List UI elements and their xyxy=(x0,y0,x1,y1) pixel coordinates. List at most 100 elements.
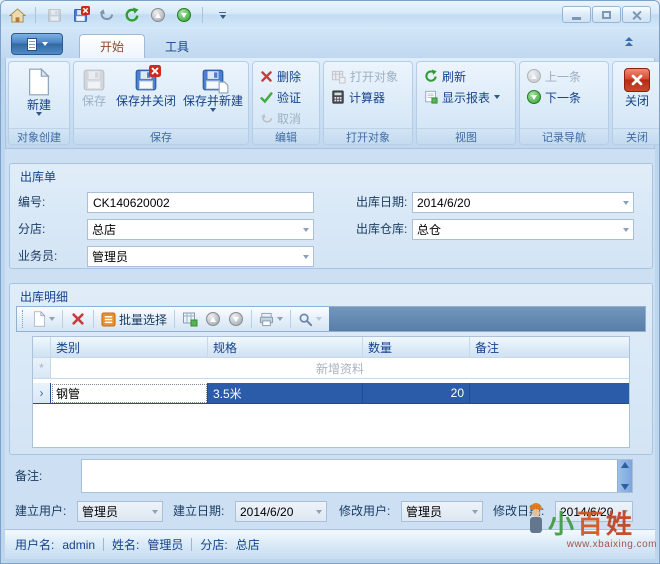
warehouse-combo[interactable]: 总仓 xyxy=(412,219,634,240)
column-header-spec[interactable]: 规格 xyxy=(208,337,363,358)
new-page-icon xyxy=(27,68,51,96)
save-close-button[interactable]: 保存并关闭 xyxy=(113,64,179,128)
delete-row-button[interactable] xyxy=(68,309,88,329)
chevron-down-icon xyxy=(623,228,629,232)
combo-value: 2014/6/20 xyxy=(560,505,622,519)
chevron-down-icon xyxy=(472,510,478,514)
move-up-button[interactable] xyxy=(203,309,223,329)
chevron-down-icon xyxy=(42,42,48,46)
close-window-icon xyxy=(632,10,642,20)
grid-data-row[interactable]: › 钢管 3.5米 20 xyxy=(33,383,629,404)
title-bar xyxy=(1,1,659,29)
outbound-date-combo[interactable]: 2014/6/20 xyxy=(412,192,634,213)
cell-category[interactable]: 钢管 xyxy=(51,383,208,404)
button-label: 关闭 xyxy=(625,95,649,108)
maximize-button[interactable] xyxy=(592,6,621,23)
show-report-button[interactable]: 显示报表 xyxy=(419,87,513,107)
ribbon-collapse-icon[interactable] xyxy=(625,37,633,47)
minimize-button[interactable] xyxy=(562,6,591,23)
grid-new-row[interactable]: * 新增资料 xyxy=(33,358,629,379)
validate-button[interactable]: 验证 xyxy=(255,87,317,107)
print-button[interactable] xyxy=(257,309,285,329)
save-close-icon[interactable] xyxy=(70,5,90,25)
open-object-button[interactable]: 打开对象 xyxy=(326,66,410,86)
undo-icon[interactable] xyxy=(96,5,116,25)
salesman-combo[interactable]: 管理员 xyxy=(87,246,314,267)
detail-toolbar-filler xyxy=(329,307,645,331)
batch-select-button[interactable]: 批量选择 xyxy=(99,309,169,329)
refresh-icon[interactable] xyxy=(122,5,142,25)
combo-value: 总店 xyxy=(92,221,303,238)
ribbon-group-open: 打开对象 计算器 打开对象 xyxy=(323,61,413,145)
delete-button[interactable]: 删除 xyxy=(255,66,317,86)
close-window-button[interactable] xyxy=(622,6,651,23)
combo-value: 总仓 xyxy=(417,221,623,238)
chevron-down-icon xyxy=(622,510,628,514)
prev-record-icon[interactable] xyxy=(148,5,168,25)
combo-value: 管理员 xyxy=(82,503,152,520)
new-button[interactable]: 新建 xyxy=(19,64,59,128)
outbound-date-label: 出库日期: xyxy=(356,192,407,212)
tab-tools[interactable]: 工具 xyxy=(145,34,209,58)
add-row-button[interactable] xyxy=(31,309,57,329)
app-window: 开始 工具 新建 对象创建 xyxy=(0,0,660,564)
button-label: 保存并新建 xyxy=(183,95,243,108)
chevron-down-icon xyxy=(49,317,55,321)
detail-toolbar-buttons: 批量选择 xyxy=(17,307,329,331)
save-icon[interactable] xyxy=(44,5,64,25)
print-icon xyxy=(259,312,274,327)
tab-start[interactable]: 开始 xyxy=(79,34,145,58)
move-down-button[interactable] xyxy=(226,309,246,329)
button-label: 批量选择 xyxy=(119,311,167,328)
open-object-icon xyxy=(331,69,346,84)
cell-spec[interactable]: 3.5米 xyxy=(208,383,363,404)
branch-status-label: 分店: xyxy=(200,536,227,553)
number-input[interactable] xyxy=(87,192,314,213)
username-value: admin xyxy=(62,538,95,552)
created-by-combo[interactable]: 管理员 xyxy=(77,501,163,522)
save-button[interactable]: 保存 xyxy=(76,64,112,128)
cancel-button[interactable]: 取消 xyxy=(255,108,317,128)
branch-combo[interactable]: 总店 xyxy=(87,219,314,240)
toolbar-drag-handle[interactable] xyxy=(22,310,26,328)
refresh-button[interactable]: 刷新 xyxy=(419,66,513,86)
created-date-combo[interactable]: 2014/6/20 xyxy=(235,501,327,522)
button-label: 刷新 xyxy=(442,68,466,85)
column-header-category[interactable]: 类别 xyxy=(51,337,208,358)
chevron-down-icon xyxy=(36,112,42,116)
calculator-button[interactable]: 计算器 xyxy=(326,87,410,107)
scroll-down-icon[interactable] xyxy=(621,484,629,490)
ribbon-group-label: 对象创建 xyxy=(9,128,69,144)
window-controls xyxy=(562,6,651,23)
column-header-remark[interactable]: 备注 xyxy=(470,337,629,358)
modified-date-combo[interactable]: 2014/6/20 xyxy=(555,501,633,522)
button-label: 保存 xyxy=(82,95,106,108)
column-header-qty[interactable]: 数量 xyxy=(363,337,470,358)
close-button[interactable]: 关闭 xyxy=(617,64,657,128)
open-detail-button[interactable] xyxy=(180,309,200,329)
new-row-hint: 新增资料 xyxy=(51,358,629,379)
next-record-button[interactable]: 下一条 xyxy=(522,87,606,107)
app-menu-button[interactable] xyxy=(11,33,63,55)
remark-scrollbar[interactable] xyxy=(617,460,632,492)
previous-record-button[interactable]: 上一条 xyxy=(522,66,606,86)
chevron-down-icon xyxy=(152,510,158,514)
batch-select-icon xyxy=(101,312,116,327)
next-record-icon[interactable] xyxy=(174,5,194,25)
qat-overflow-icon[interactable] xyxy=(219,12,226,19)
scroll-up-icon[interactable] xyxy=(621,462,629,468)
cell-qty[interactable]: 20 xyxy=(363,383,470,404)
next-record-icon xyxy=(229,312,243,326)
save-new-button[interactable]: 保存并新建 xyxy=(180,64,246,128)
cell-remark[interactable] xyxy=(470,383,629,404)
branch-status-value: 总店 xyxy=(236,536,260,553)
groupbox-title: 出库单 xyxy=(20,168,56,185)
remark-textarea[interactable] xyxy=(82,460,617,492)
new-row-indicator-icon: * xyxy=(33,358,51,379)
search-button[interactable] xyxy=(296,309,324,329)
button-label: 保存并关闭 xyxy=(116,95,176,108)
new-page-icon xyxy=(33,311,46,327)
modified-by-combo[interactable]: 管理员 xyxy=(401,501,483,522)
home-icon[interactable] xyxy=(7,5,27,25)
validate-icon xyxy=(260,91,273,104)
